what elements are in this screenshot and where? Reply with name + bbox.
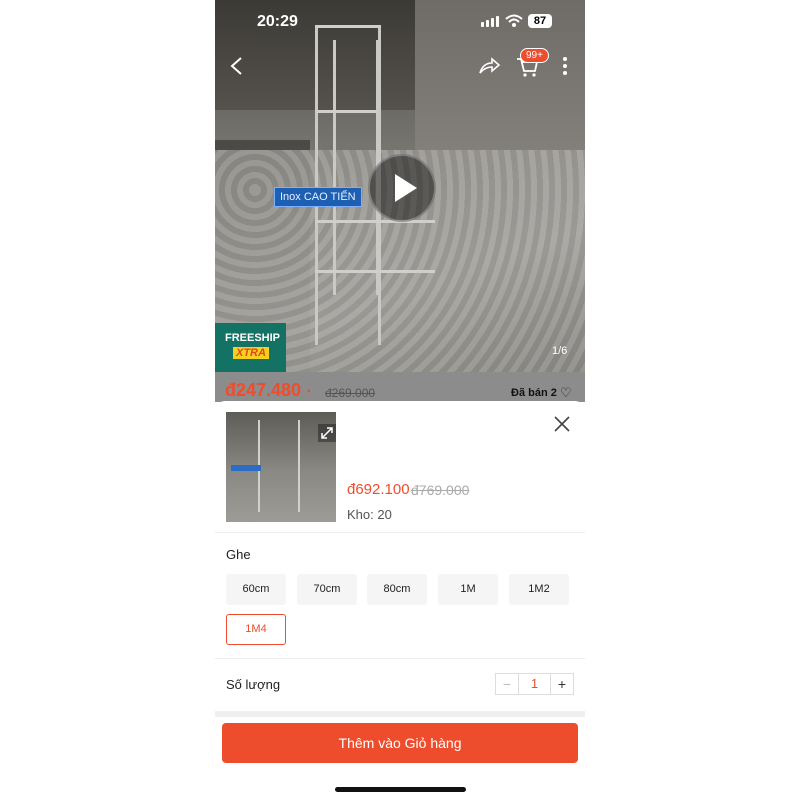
thumbnail-stool [258,420,300,512]
freeship-badge: FREESHIP XTRA [215,323,286,372]
variant-original-price: đ769.000 [411,482,470,498]
listing-price: đ247.480 [225,380,302,400]
discount-tag-icon: ▪ [307,386,311,397]
home-indicator[interactable] [335,787,466,792]
listing-original-price: đ269.000 [325,386,376,400]
back-arrow-icon[interactable] [223,52,251,80]
section-separator [215,711,585,717]
status-bar: 20:29 87 [215,10,585,34]
quantity-input[interactable]: 1 [518,674,551,694]
status-time: 20:29 [257,13,298,30]
expand-icon[interactable] [318,424,336,442]
variant-option[interactable]: 1M2 [509,574,569,605]
variant-sheet: đ692.100 đ769.000 Kho: 20 Ghe 60cm 70cm … [215,401,585,800]
variant-group-title: Ghe [226,547,251,562]
divider [215,532,585,533]
photo-stool-rung [315,220,435,223]
divider [215,658,585,659]
close-icon[interactable] [551,413,573,435]
signal-icon [481,16,499,27]
cart-badge: 99+ [520,48,549,63]
wifi-icon [505,14,523,27]
variant-option[interactable]: 80cm [367,574,427,605]
variant-option-selected[interactable]: 1M4 [226,614,286,645]
freeship-xtra-label: XTRA [233,347,269,359]
add-to-cart-button[interactable]: Thêm vào Giỏ hàng [222,723,578,763]
quantity-label: Số lượng [226,677,281,692]
phone-screen: 20:29 87 99+ Inox CAO TIẾN FREESHIP XTRA… [215,0,585,800]
variant-thumbnail[interactable] [226,412,336,522]
share-icon[interactable] [475,52,503,80]
battery-indicator: 87 [528,14,552,28]
photo-stool-rung [315,270,435,273]
freeship-label: FREESHIP [225,332,281,344]
image-counter: 1/6 [552,345,568,357]
product-media[interactable]: 20:29 87 99+ Inox CAO TIẾN FREESHIP XTRA… [215,0,585,372]
play-icon[interactable] [368,154,436,222]
variant-option[interactable]: 70cm [297,574,357,605]
heart-icon[interactable]: ♡ [560,385,572,401]
variant-price: đ692.100 [347,481,410,498]
listing-price-bar: đ247.480 ▪ đ269.000 Đã bán 2 ♡ [215,372,585,402]
more-icon[interactable] [551,52,579,80]
sold-count: Đã bán 2 [511,387,557,399]
photo-stool [333,40,379,295]
photo-stool-rung [317,110,377,113]
decrease-button[interactable]: − [496,674,518,694]
stock-count: Kho: 20 [347,507,392,522]
quantity-stepper: − 1 + [495,673,574,695]
increase-button[interactable]: + [551,674,573,694]
variant-option[interactable]: 1M [438,574,498,605]
thumbnail-watermark [231,465,261,471]
shop-watermark: Inox CAO TIẾN [274,187,362,207]
variant-option[interactable]: 60cm [226,574,286,605]
